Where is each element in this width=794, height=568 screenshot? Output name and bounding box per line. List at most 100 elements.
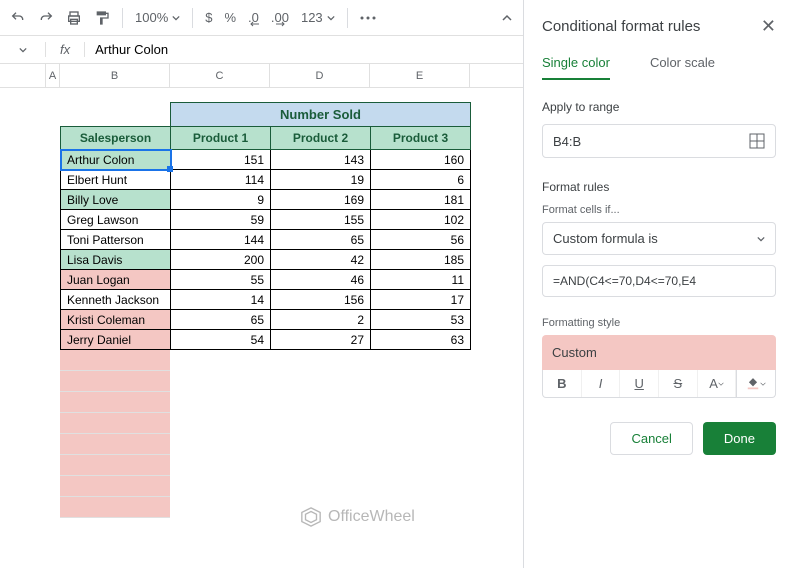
percent-format[interactable]: % xyxy=(224,10,236,25)
value-cell[interactable]: 2 xyxy=(271,310,371,330)
name-cell[interactable]: Arthur Colon xyxy=(61,150,171,170)
strike-button[interactable]: S xyxy=(659,370,698,397)
spreadsheet-grid[interactable]: A B C D E Number Sold SalespersonProduct… xyxy=(0,64,523,568)
formula-input[interactable]: Arthur Colon xyxy=(85,42,168,57)
value-cell[interactable]: 14 xyxy=(171,290,271,310)
value-cell[interactable]: 6 xyxy=(371,170,471,190)
value-cell[interactable]: 160 xyxy=(371,150,471,170)
merged-header[interactable]: Number Sold xyxy=(171,103,471,127)
text-color-button[interactable]: A xyxy=(698,370,737,397)
done-button[interactable]: Done xyxy=(703,422,776,455)
value-cell[interactable]: 156 xyxy=(271,290,371,310)
column-header[interactable]: Product 2 xyxy=(271,127,371,150)
name-cell[interactable]: Greg Lawson xyxy=(61,210,171,230)
panel-title: Conditional format rules xyxy=(542,18,700,35)
name-cell[interactable]: Lisa Davis xyxy=(61,250,171,270)
value-cell[interactable]: 144 xyxy=(171,230,271,250)
value-cell[interactable]: 54 xyxy=(171,330,271,350)
name-cell[interactable]: Toni Patterson xyxy=(61,230,171,250)
increase-decimal[interactable]: .00 xyxy=(271,10,289,25)
value-cell[interactable]: 151 xyxy=(171,150,271,170)
more-icon[interactable] xyxy=(360,16,376,20)
number-format[interactable]: 123 xyxy=(301,10,335,25)
print-icon[interactable] xyxy=(66,10,82,26)
decrease-decimal[interactable]: .0 xyxy=(248,10,259,25)
value-cell[interactable]: 46 xyxy=(271,270,371,290)
underline-button[interactable]: U xyxy=(620,370,659,397)
zoom-select[interactable]: 100% xyxy=(135,10,180,25)
cells-if-label: Format cells if... xyxy=(542,204,776,216)
formula-bar: fx Arthur Colon xyxy=(0,36,523,64)
col-header-c[interactable]: C xyxy=(170,64,270,87)
chevron-down-icon xyxy=(757,235,765,243)
table-row[interactable]: Jerry Daniel542763 xyxy=(61,330,471,350)
fill-color-button[interactable] xyxy=(736,370,775,397)
column-headers: A B C D E xyxy=(0,64,523,88)
value-cell[interactable]: 53 xyxy=(371,310,471,330)
value-cell[interactable]: 200 xyxy=(171,250,271,270)
value-cell[interactable]: 9 xyxy=(171,190,271,210)
table-row[interactable]: Lisa Davis20042185 xyxy=(61,250,471,270)
value-cell[interactable]: 102 xyxy=(371,210,471,230)
table-row[interactable]: Kristi Coleman65253 xyxy=(61,310,471,330)
table-row[interactable]: Elbert Hunt114196 xyxy=(61,170,471,190)
value-cell[interactable]: 143 xyxy=(271,150,371,170)
name-cell[interactable]: Billy Love xyxy=(61,190,171,210)
table-row[interactable]: Greg Lawson59155102 xyxy=(61,210,471,230)
name-cell[interactable]: Kristi Coleman xyxy=(61,310,171,330)
style-label: Formatting style xyxy=(542,317,776,329)
formula-field[interactable]: =AND(C4<=70,D4<=70,E4 xyxy=(542,265,776,297)
value-cell[interactable]: 114 xyxy=(171,170,271,190)
name-cell[interactable]: Elbert Hunt xyxy=(61,170,171,190)
value-cell[interactable]: 17 xyxy=(371,290,471,310)
name-cell[interactable]: Kenneth Jackson xyxy=(61,290,171,310)
value-cell[interactable]: 56 xyxy=(371,230,471,250)
collapse-icon[interactable] xyxy=(501,12,513,24)
bold-button[interactable]: B xyxy=(543,370,582,397)
currency-format[interactable]: $ xyxy=(205,10,212,25)
range-input[interactable]: B4:B xyxy=(542,124,776,158)
name-cell[interactable]: Juan Logan xyxy=(61,270,171,290)
col-header-d[interactable]: D xyxy=(270,64,370,87)
col-header-b[interactable]: B xyxy=(60,64,170,87)
table-row[interactable]: Toni Patterson1446556 xyxy=(61,230,471,250)
value-cell[interactable]: 19 xyxy=(271,170,371,190)
value-cell[interactable]: 63 xyxy=(371,330,471,350)
value-cell[interactable]: 169 xyxy=(271,190,371,210)
value-cell[interactable]: 181 xyxy=(371,190,471,210)
value-cell[interactable]: 11 xyxy=(371,270,471,290)
name-cell[interactable]: Jerry Daniel xyxy=(61,330,171,350)
conditional-format-panel: Conditional format rules ✕ Single color … xyxy=(524,0,794,568)
fx-label: fx xyxy=(46,42,85,57)
paint-format-icon[interactable] xyxy=(94,10,110,26)
value-cell[interactable]: 185 xyxy=(371,250,471,270)
value-cell[interactable]: 27 xyxy=(271,330,371,350)
value-cell[interactable]: 59 xyxy=(171,210,271,230)
table-row[interactable]: Billy Love9169181 xyxy=(61,190,471,210)
value-cell[interactable]: 65 xyxy=(171,310,271,330)
cancel-button[interactable]: Cancel xyxy=(610,422,692,455)
redo-icon[interactable] xyxy=(38,10,54,26)
table-row[interactable]: Arthur Colon151143160 xyxy=(61,150,471,170)
undo-icon[interactable] xyxy=(10,10,26,26)
col-header-e[interactable]: E xyxy=(370,64,470,87)
italic-button[interactable]: I xyxy=(582,370,621,397)
toolbar: 100% $ % .0 .00 123 xyxy=(0,0,523,36)
column-header[interactable]: Product 3 xyxy=(371,127,471,150)
col-header-a[interactable]: A xyxy=(46,64,60,87)
column-header[interactable]: Salesperson xyxy=(61,127,171,150)
table-row[interactable]: Juan Logan554611 xyxy=(61,270,471,290)
value-cell[interactable]: 155 xyxy=(271,210,371,230)
style-preview[interactable]: Custom xyxy=(542,335,776,370)
name-box[interactable] xyxy=(0,42,46,57)
value-cell[interactable]: 65 xyxy=(271,230,371,250)
column-header[interactable]: Product 1 xyxy=(171,127,271,150)
condition-select[interactable]: Custom formula is xyxy=(542,222,776,255)
grid-select-icon[interactable] xyxy=(749,133,765,149)
tab-color-scale[interactable]: Color scale xyxy=(650,55,715,80)
table-row[interactable]: Kenneth Jackson1415617 xyxy=(61,290,471,310)
close-icon[interactable]: ✕ xyxy=(761,16,776,37)
tab-single-color[interactable]: Single color xyxy=(542,55,610,80)
value-cell[interactable]: 42 xyxy=(271,250,371,270)
value-cell[interactable]: 55 xyxy=(171,270,271,290)
